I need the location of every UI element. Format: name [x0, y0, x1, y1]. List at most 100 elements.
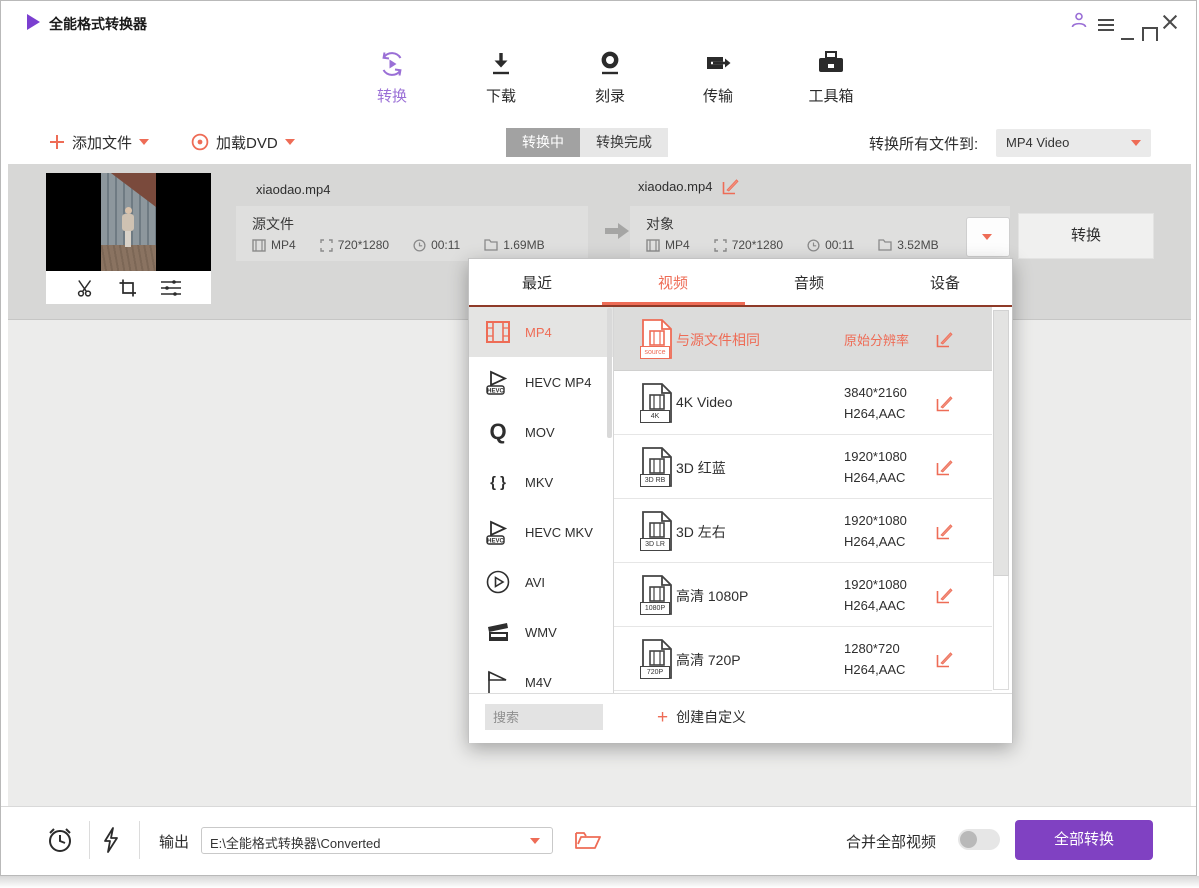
video-file-icon: 4K — [640, 383, 674, 423]
format-list: MP4 HEVC HEVC MP4 Q MOV { } MKV HEVC HEV — [469, 307, 614, 693]
panel-tab-audio[interactable]: 音频 — [741, 272, 877, 293]
format-item-hevc-mkv[interactable]: HEVC HEVC MKV — [469, 507, 613, 557]
trim-scissors-icon[interactable] — [76, 278, 96, 298]
merge-all-toggle[interactable] — [958, 829, 1000, 850]
convert-row-button[interactable]: 转换 — [1018, 213, 1154, 259]
tab-burn-label: 刻录 — [568, 85, 652, 106]
convert-all-button[interactable]: 全部转换 — [1015, 820, 1153, 860]
resolution-icon — [320, 239, 333, 252]
output-label: 输出 — [159, 831, 189, 852]
edit-preset-icon[interactable] — [936, 587, 953, 604]
edit-preset-icon[interactable] — [936, 331, 953, 348]
svg-text:HEVC: HEVC — [487, 538, 504, 544]
rename-edit-icon[interactable] — [722, 178, 739, 195]
clock-icon — [807, 239, 820, 252]
source-resolution: 720*1280 — [320, 238, 389, 252]
tab-convert-label: 转换 — [350, 85, 434, 106]
video-file-icon: 720P — [640, 639, 674, 679]
format-item-avi[interactable]: AVI — [469, 557, 613, 607]
flag-icon — [485, 669, 511, 693]
format-item-mp4[interactable]: MP4 — [469, 307, 613, 357]
format-item-m4v[interactable]: M4V — [469, 657, 613, 693]
preset-hd-1080p[interactable]: 1080P 高清 1080P 1920*1080H264,AAC — [614, 563, 992, 627]
output-path-caret-icon — [530, 838, 540, 844]
panel-tab-recent[interactable]: 最近 — [469, 272, 605, 293]
target-box-title: 对象 — [646, 214, 674, 234]
video-thumbnail — [46, 173, 211, 304]
format-item-mov[interactable]: Q MOV — [469, 407, 613, 457]
format-item-mkv[interactable]: { } MKV — [469, 457, 613, 507]
preset-scrollbar-thumb[interactable] — [993, 310, 1009, 576]
convert-icon — [377, 49, 407, 79]
target-info-box: 对象 MP4 720*1280 — [630, 206, 1010, 261]
minimize-button[interactable] — [1121, 13, 1139, 31]
bottom-bar: 输出 E:\全能格式转换器\Converted 合并全部视频 全部转换 — [1, 806, 1196, 876]
maximize-button[interactable] — [1142, 13, 1160, 31]
format-item-wmv[interactable]: WMV — [469, 607, 613, 657]
account-icon[interactable] — [1070, 11, 1088, 29]
edit-preset-icon[interactable] — [936, 523, 953, 540]
preset-4k-video[interactable]: 4K 4K Video 3840*2160H264,AAC — [614, 371, 992, 435]
format-list-scrollbar[interactable] — [607, 308, 612, 438]
tab-finished[interactable]: 转换完成 — [580, 128, 668, 157]
window-drop-shadow — [0, 876, 1199, 888]
high-speed-bolt-icon[interactable] — [101, 826, 121, 854]
load-dvd-caret-icon — [285, 139, 295, 145]
tab-burn[interactable]: 刻录 — [568, 49, 652, 106]
toolbox-icon — [816, 49, 846, 79]
tab-convert[interactable]: 转换 — [350, 49, 434, 106]
output-format-select[interactable]: MP4 Video — [996, 129, 1151, 157]
effects-sliders-icon[interactable] — [160, 278, 182, 298]
close-button[interactable] — [1163, 14, 1177, 28]
play-circle-icon — [485, 569, 511, 595]
edit-preset-icon[interactable] — [936, 395, 953, 412]
add-file-button[interactable]: 添加文件 — [49, 130, 149, 154]
format-item-hevc-mp4[interactable]: HEVC HEVC MP4 — [469, 357, 613, 407]
tab-transfer-label: 传输 — [676, 85, 760, 106]
crop-icon[interactable] — [118, 278, 138, 298]
preset-3d-red-blue[interactable]: 3D RB 3D 红蓝 1920*1080H264,AAC — [614, 435, 992, 499]
preset-list: source 与源文件相同 原始分辨率 4K 4K Video 3840*216… — [614, 307, 992, 693]
tab-converting[interactable]: 转换中 — [506, 128, 580, 157]
source-duration: 00:11 — [413, 238, 460, 252]
quicktime-q-icon: Q — [485, 419, 511, 445]
tab-transfer[interactable]: 传输 — [676, 49, 760, 106]
target-format-dropdown-button[interactable] — [966, 217, 1010, 257]
search-input[interactable] — [485, 704, 603, 730]
preset-same-as-source[interactable]: source 与源文件相同 原始分辨率 — [614, 307, 992, 371]
tab-toolbox[interactable]: 工具箱 — [789, 49, 873, 106]
panel-tabs: 最近 视频 音频 设备 — [469, 259, 1012, 305]
menu-icon[interactable] — [1098, 16, 1116, 34]
app-title: 全能格式转换器 — [49, 14, 147, 34]
target-size: 3.52MB — [878, 238, 938, 252]
schedule-clock-icon[interactable] — [45, 825, 75, 855]
divider — [139, 821, 140, 859]
edit-preset-icon[interactable] — [936, 651, 953, 668]
open-folder-icon[interactable] — [575, 828, 601, 850]
tab-download[interactable]: 下载 — [459, 49, 543, 106]
source-format: MP4 — [252, 238, 296, 252]
create-custom-button[interactable]: + 创建自定义 — [657, 707, 746, 727]
output-path-select[interactable]: E:\全能格式转换器\Converted — [201, 827, 553, 854]
load-dvd-button[interactable]: 加载DVD — [191, 130, 295, 154]
edit-preset-icon[interactable] — [936, 459, 953, 476]
convert-status-tabs: 转换中 转换完成 — [506, 128, 668, 157]
target-name-row: xiaodao.mp4 — [638, 178, 739, 195]
source-info-box: 源文件 MP4 720*1280 — [236, 206, 588, 261]
film-icon — [252, 239, 266, 252]
add-file-label: 添加文件 — [72, 132, 132, 153]
app-logo-icon — [27, 14, 40, 30]
clip-toolbar — [46, 271, 211, 304]
video-file-icon: 3D RB — [640, 447, 674, 487]
preset-hd-720p[interactable]: 720P 高清 720P 1280*720H264,AAC — [614, 627, 992, 691]
panel-tab-video[interactable]: 视频 — [605, 272, 741, 293]
target-format-caret-icon — [982, 234, 992, 240]
tab-toolbox-label: 工具箱 — [789, 85, 873, 106]
preset-3d-left-right[interactable]: 3D LR 3D 左右 1920*1080H264,AAC — [614, 499, 992, 563]
panel-tab-device[interactable]: 设备 — [877, 272, 1013, 293]
main-nav: 转换 下载 刻录 传输 — [1, 41, 1196, 119]
dvd-disc-icon — [191, 133, 209, 151]
toggle-knob — [960, 831, 977, 848]
tab-download-label: 下载 — [459, 85, 543, 106]
format-picker-panel: 最近 视频 音频 设备 MP4 HEVC HEVC MP4 Q — [468, 258, 1013, 743]
